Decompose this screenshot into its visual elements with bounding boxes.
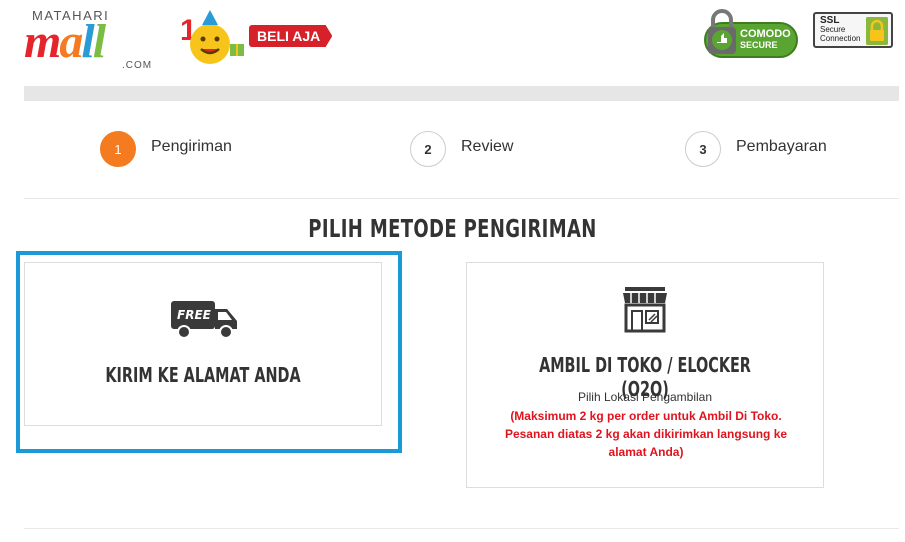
mascot-emoji-icon: 1 — [180, 10, 244, 64]
step-number-badge: 1 — [100, 131, 136, 167]
delivery-option-card[interactable]: FREE KIRIM KE ALAMAT ANDA — [24, 262, 382, 426]
header-separator-bar — [24, 86, 899, 101]
comodo-label: COMODO — [740, 28, 791, 40]
step-pembayaran: 3 Pembayaran — [685, 131, 827, 167]
ssl-line-connection: Connection — [820, 34, 861, 43]
delivery-option-title: KIRIM KE ALAMAT ANDA — [105, 363, 301, 387]
pickup-weight-warning: (Maksimum 2 kg per order untuk Ambil Di … — [504, 409, 788, 459]
divider — [24, 528, 899, 529]
step-number-badge: 2 — [410, 131, 446, 167]
store-icon — [623, 287, 667, 333]
step-label: Review — [461, 138, 514, 155]
logo-domain-text: .COM — [122, 60, 153, 71]
step-label: Pengiriman — [151, 138, 232, 155]
ssl-line-secure: Secure — [820, 25, 846, 34]
step-review: 2 Review — [410, 131, 513, 167]
comodo-secure-badge: COMODO SECURE — [704, 8, 798, 60]
secure-label: SECURE — [740, 40, 778, 50]
padlock-thumbs-up-icon — [708, 9, 736, 54]
ssl-lock-icon — [866, 17, 888, 45]
ssl-badge: SSL Secure Connection — [813, 12, 893, 48]
page-title: PILIH METODE PENGIRIMAN — [308, 214, 597, 243]
promo-badge: BELI AJA — [249, 25, 333, 47]
free-delivery-truck-icon: FREE — [171, 301, 237, 339]
pickup-location-prompt: Pilih Lokasi Pengambilan — [577, 390, 713, 404]
step-pengiriman: 1 Pengiriman — [100, 131, 232, 167]
divider — [24, 198, 899, 199]
pickup-option-card[interactable]: AMBIL DI TOKO / ELOCKER (O2O) Pilih Loka… — [466, 262, 824, 488]
step-label: Pembayaran — [736, 138, 827, 155]
ssl-title: SSL — [820, 15, 840, 26]
site-logo[interactable]: MATAHARI mall .COM 1 BELI AJA — [24, 8, 344, 72]
logo-wordmark: mall — [24, 15, 106, 68]
step-number-badge: 3 — [685, 131, 721, 167]
truck-free-text: FREE — [177, 308, 212, 322]
